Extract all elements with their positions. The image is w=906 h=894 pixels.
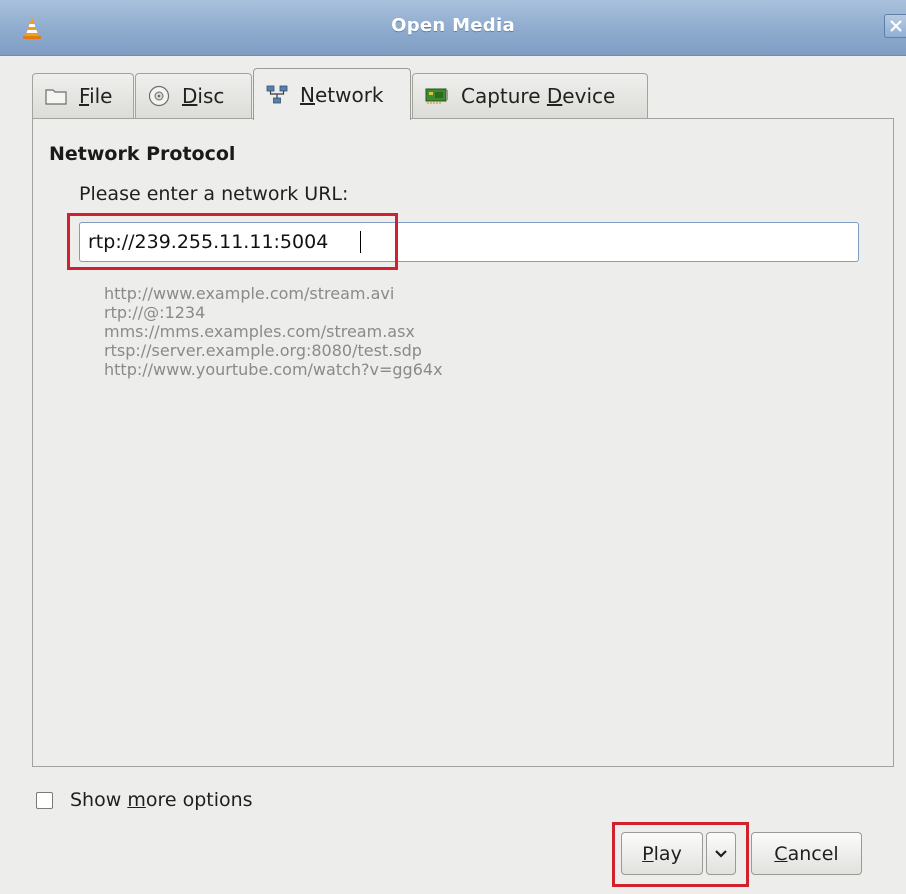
window-title: Open Media [391, 15, 515, 36]
tab-disc[interactable]: Disc [135, 73, 252, 118]
cancel-button-label: Cancel [774, 842, 839, 865]
tab-capture-device-label: Capture Device [461, 84, 616, 108]
play-button-label: Play [642, 842, 682, 865]
text-caret [360, 231, 361, 253]
tab-capture-device[interactable]: Capture Device [412, 73, 648, 118]
disc-icon [148, 85, 170, 107]
network-icon [266, 85, 288, 105]
example-url: mms://mms.examples.com/stream.asx [104, 322, 415, 341]
tab-network[interactable]: Network [253, 68, 411, 120]
show-more-options-checkbox[interactable] [36, 791, 53, 809]
tab-file-label: File [79, 84, 113, 108]
chevron-down-icon [715, 849, 727, 858]
network-url-input[interactable] [79, 222, 859, 262]
example-url: http://www.example.com/stream.avi [104, 284, 395, 303]
tab-network-label: Network [300, 82, 384, 107]
example-url: rtp://@:1234 [104, 303, 206, 322]
show-more-options-label: Show more options [70, 789, 253, 811]
close-button[interactable] [884, 14, 906, 38]
folder-icon [45, 87, 67, 105]
cancel-button[interactable]: Cancel [751, 832, 862, 875]
close-icon [890, 20, 902, 32]
url-prompt-label: Please enter a network URL: [79, 183, 349, 205]
title-bar[interactable]: Open Media [0, 0, 906, 56]
capture-card-icon [425, 87, 449, 105]
url-examples: http://www.example.com/stream.avi rtp://… [104, 284, 443, 379]
section-title: Network Protocol [49, 143, 236, 165]
example-url: rtsp://server.example.org:8080/test.sdp [104, 341, 422, 360]
tab-disc-label: Disc [182, 84, 225, 108]
show-more-options[interactable]: Show more options [36, 789, 253, 811]
play-button[interactable]: Play [621, 832, 703, 875]
play-dropdown-button[interactable] [706, 832, 736, 875]
network-panel [32, 118, 894, 767]
example-url: http://www.yourtube.com/watch?v=gg64x [104, 360, 443, 379]
tab-file[interactable]: File [32, 73, 134, 118]
